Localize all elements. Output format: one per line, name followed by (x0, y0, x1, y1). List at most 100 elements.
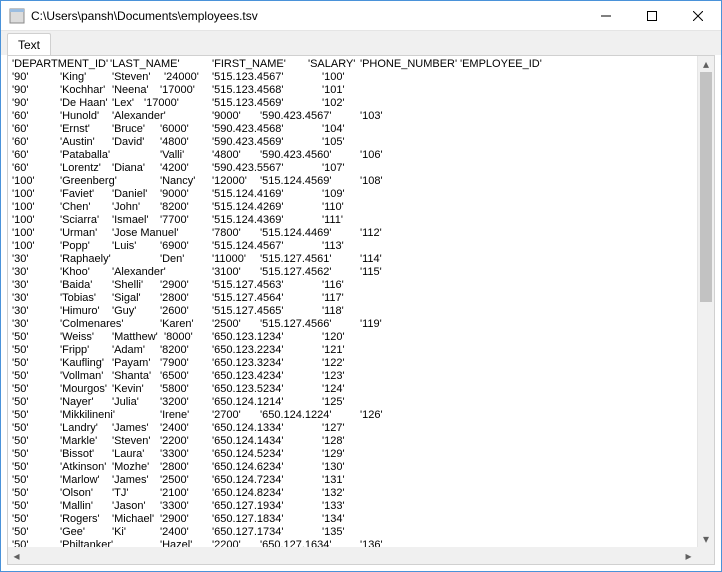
cell: 'Weiss' (60, 331, 94, 344)
close-button[interactable] (675, 1, 721, 30)
cell: '133' (322, 500, 345, 513)
cell: 'Philtanker' (60, 539, 113, 547)
table-row: '50''Gee''Ki''2400''650.127.1734''135' (12, 526, 693, 539)
cell: 'Hazel' (160, 539, 192, 547)
cell: '100' (12, 201, 35, 214)
cell: '50' (12, 461, 28, 474)
cell: 'Sigal' (112, 292, 141, 305)
cell: '2400' (160, 526, 189, 539)
cell: '121' (322, 344, 345, 357)
cell: '3100' (212, 266, 241, 279)
scroll-right-icon[interactable]: ▸ (680, 547, 697, 564)
scroll-left-icon[interactable]: ◂ (8, 547, 25, 564)
cell: 'James' (112, 474, 149, 487)
cell: '650.124.7234' (212, 474, 284, 487)
cell: 'John' (112, 201, 140, 214)
table-row: '60''Lorentz''Diana''4200''590.423.5567'… (12, 162, 693, 175)
cell: '515.124.4269' (212, 201, 284, 214)
cell: '515.123.4567' (212, 71, 284, 84)
cell: '515.124.4569' (260, 175, 332, 188)
cell: '515.127.4566' (260, 318, 332, 331)
cell: 'Colmenares' (60, 318, 124, 331)
cell: '50' (12, 383, 28, 396)
horizontal-scrollbar[interactable]: ◂ ▸ (8, 547, 697, 564)
cell: 'Marlow' (60, 474, 100, 487)
cell: '2700' (212, 409, 241, 422)
table-row: '30''Tobias''Sigal''2800''515.127.4564''… (12, 292, 693, 305)
scroll-up-icon[interactable]: ▴ (698, 56, 714, 72)
cell: '4800' (160, 136, 189, 149)
cell: 'Urman' (60, 227, 97, 240)
cell: 'Diana' (112, 162, 145, 175)
cell: '7800' (212, 227, 241, 240)
cell: '515.127.4563' (212, 279, 284, 292)
cell: 'King' (60, 71, 86, 84)
cell: 'Luis' (112, 240, 136, 253)
cell: 'Den' (160, 253, 184, 266)
cell: 'Shanta' (112, 370, 151, 383)
cell: '3300' (160, 448, 189, 461)
cell: 'Alexander' (112, 110, 166, 123)
cell: '50' (12, 435, 28, 448)
cell: '12000' (212, 175, 247, 188)
cell: 'Khoo' (60, 266, 90, 279)
column-header: 'SALARY' (308, 58, 355, 71)
table-row: '50''Bissot''Laura''3300''650.124.5234''… (12, 448, 693, 461)
cell: 'Raphaely' (60, 253, 111, 266)
cell: 'Kaufling' (60, 357, 104, 370)
column-header: 'FIRST_NAME' (212, 58, 286, 71)
table-row: '60''Pataballa''Valli''4800''590.423.456… (12, 149, 693, 162)
cell: '8200' (160, 344, 189, 357)
minimize-button[interactable] (583, 1, 629, 30)
cell: '650.123.4234' (212, 370, 284, 383)
vertical-scrollbar[interactable]: ▴ ▾ (697, 56, 714, 547)
vertical-scroll-thumb[interactable] (700, 72, 712, 302)
cell: '50' (12, 331, 28, 344)
text-viewer: 'DEPARTMENT_ID''LAST_NAME''FIRST_NAME''S… (7, 55, 715, 565)
cell: '2500' (212, 318, 241, 331)
cell: '650.127.1634' (260, 539, 332, 547)
cell: 'Landry' (60, 422, 98, 435)
cell: '590.423.4560' (260, 149, 332, 162)
table-row: '50''Nayer''Julia''3200''650.124.1214''1… (12, 396, 693, 409)
table-row: '100''Urman''Jose Manuel''7800''515.124.… (12, 227, 693, 240)
cell: 'Kevin' (112, 383, 144, 396)
cell: 'Pataballa' (60, 149, 110, 162)
cell: '9000' (160, 188, 189, 201)
cell: '50' (12, 474, 28, 487)
cell: '2200' (212, 539, 241, 547)
cell: 'Sciarra' (60, 214, 99, 227)
tab-text[interactable]: Text (7, 33, 51, 56)
cell: 'Michael' (112, 513, 154, 526)
cell: 'Lex' (112, 97, 134, 110)
cell: 'Faviet' (60, 188, 94, 201)
cell: '122' (322, 357, 345, 370)
cell: '100' (12, 240, 35, 253)
cell: 'James' (112, 422, 149, 435)
cell: '515.127.4564' (212, 292, 284, 305)
cell: '515.124.4369' (212, 214, 284, 227)
cell: 'De Haan' (60, 97, 108, 110)
cell: 'Mallin' (60, 500, 93, 513)
cell: '90' (12, 71, 28, 84)
cell: '125' (322, 396, 345, 409)
cell: '50' (12, 357, 28, 370)
cell: '5800' (160, 383, 189, 396)
maximize-button[interactable] (629, 1, 675, 30)
cell: '515.123.4568' (212, 84, 284, 97)
cell: 'Alexander' (112, 266, 166, 279)
cell: '60' (12, 136, 28, 149)
cell: '7700' (160, 214, 189, 227)
column-header: 'LAST_NAME' (110, 58, 180, 71)
text-content[interactable]: 'DEPARTMENT_ID''LAST_NAME''FIRST_NAME''S… (8, 56, 697, 547)
cell: '107' (322, 162, 345, 175)
cell: '50' (12, 526, 28, 539)
table-row: '50''Philtanker''Hazel''2200''650.127.16… (12, 539, 693, 547)
scroll-down-icon[interactable]: ▾ (698, 531, 714, 547)
cell: '650.124.8234' (212, 487, 284, 500)
cell: '9000' (212, 110, 241, 123)
cell: '102' (322, 97, 345, 110)
cell: '60' (12, 162, 28, 175)
cell: '127' (322, 422, 345, 435)
cell: '50' (12, 370, 28, 383)
